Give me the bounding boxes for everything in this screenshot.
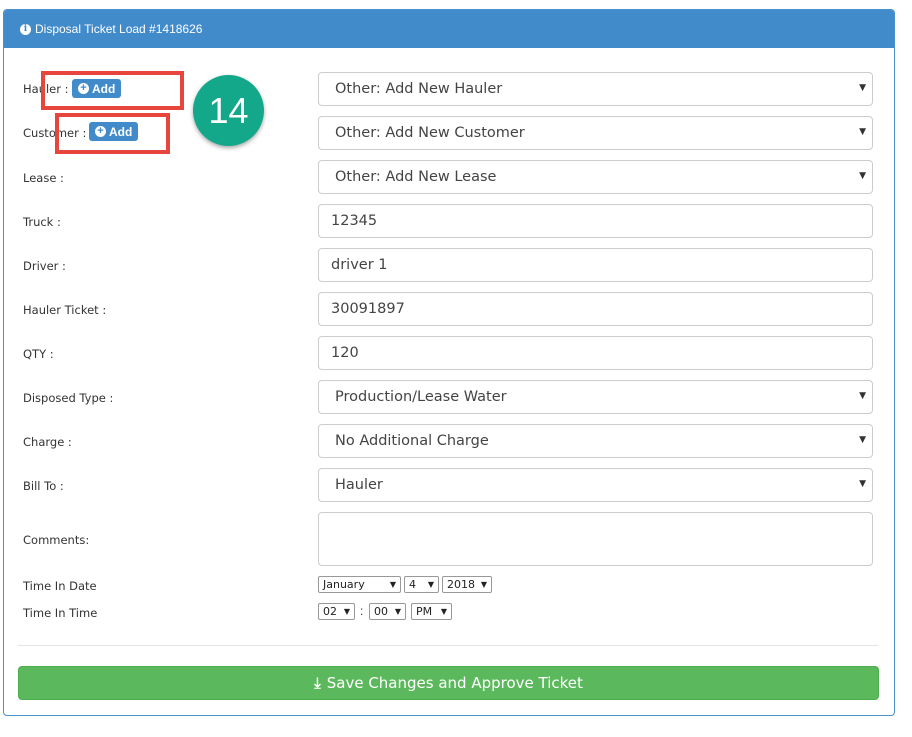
hauler-ticket-input[interactable]: 30091897: [318, 292, 873, 326]
chevron-down-icon: ▼: [394, 607, 401, 616]
truck-label: Truck :: [23, 215, 61, 229]
bill-to-select[interactable]: Hauler ▼: [318, 468, 873, 502]
charge-value: No Additional Charge: [335, 433, 489, 449]
chevron-down-icon: ▼: [440, 607, 447, 616]
chevron-down-icon: ▼: [859, 171, 866, 181]
time-separator: :: [360, 604, 364, 618]
truck-value: 12345: [331, 213, 378, 229]
month-select[interactable]: January ▼: [318, 576, 401, 593]
driver-input[interactable]: driver 1: [318, 248, 873, 282]
minute-select[interactable]: 00 ▼: [369, 603, 406, 620]
lease-label: Lease :: [23, 171, 64, 185]
customer-value: Other: Add New Customer: [335, 125, 525, 141]
year-select[interactable]: 2018 ▼: [442, 576, 492, 593]
chevron-down-icon: ▼: [859, 479, 866, 489]
hauler-select[interactable]: Other: Add New Hauler ▼: [318, 72, 873, 106]
day-value: 4: [409, 578, 416, 591]
qty-label: QTY :: [23, 347, 54, 361]
bill-to-value: Hauler: [335, 477, 383, 493]
ampm-select[interactable]: PM ▼: [411, 603, 452, 620]
day-select[interactable]: 4 ▼: [404, 576, 439, 593]
divider: [18, 645, 878, 646]
chevron-down-icon: ▼: [343, 607, 350, 616]
customer-select[interactable]: Other: Add New Customer ▼: [318, 116, 873, 150]
chevron-down-icon: ▼: [480, 580, 487, 589]
charge-label: Charge :: [23, 435, 72, 449]
highlight-box-customer-add: [55, 113, 170, 154]
panel-header: i Disposal Ticket Load #1418626: [4, 10, 894, 48]
truck-input[interactable]: 12345: [318, 204, 873, 238]
chevron-down-icon: ▼: [859, 435, 866, 445]
save-approve-button[interactable]: ⤓ Save Changes and Approve Ticket: [18, 666, 879, 700]
charge-select[interactable]: No Additional Charge ▼: [318, 424, 873, 458]
highlight-box-hauler-add: [41, 71, 184, 110]
hour-select[interactable]: 02 ▼: [318, 603, 355, 620]
chevron-down-icon: ▼: [389, 580, 396, 589]
chevron-down-icon: ▼: [859, 83, 866, 93]
panel-title: Disposal Ticket Load #1418626: [35, 22, 203, 36]
year-value: 2018: [447, 578, 475, 591]
disposed-type-select[interactable]: Production/Lease Water ▼: [318, 380, 873, 414]
minute-value: 00: [374, 605, 388, 618]
hauler-value: Other: Add New Hauler: [335, 81, 503, 97]
hauler-ticket-label: Hauler Ticket :: [23, 303, 107, 317]
driver-value: driver 1: [331, 257, 388, 273]
qty-input[interactable]: 120: [318, 336, 873, 370]
comments-label: Comments:: [23, 533, 90, 547]
chevron-down-icon: ▼: [859, 391, 866, 401]
time-in-time-label: Time In Time: [23, 606, 98, 620]
disposed-type-label: Disposed Type :: [23, 391, 114, 405]
qty-value: 120: [331, 345, 359, 361]
info-circle-icon: i: [20, 23, 31, 35]
step-number-badge: 14: [193, 75, 264, 146]
chevron-down-icon: ▼: [859, 127, 866, 137]
lease-select[interactable]: Other: Add New Lease ▼: [318, 160, 873, 194]
time-in-date-label: Time In Date: [23, 579, 97, 593]
driver-label: Driver :: [23, 259, 66, 273]
hour-value: 02: [323, 605, 337, 618]
chevron-down-icon: ▼: [427, 580, 434, 589]
month-value: January: [323, 578, 365, 591]
hauler-ticket-value: 30091897: [331, 301, 405, 317]
download-icon: ⤓: [314, 674, 321, 692]
ampm-value: PM: [416, 605, 433, 618]
bill-to-label: Bill To :: [23, 479, 64, 493]
lease-value: Other: Add New Lease: [335, 169, 497, 185]
disposed-type-value: Production/Lease Water: [335, 389, 507, 405]
comments-textarea[interactable]: [318, 512, 873, 566]
save-approve-label: Save Changes and Approve Ticket: [326, 674, 583, 692]
